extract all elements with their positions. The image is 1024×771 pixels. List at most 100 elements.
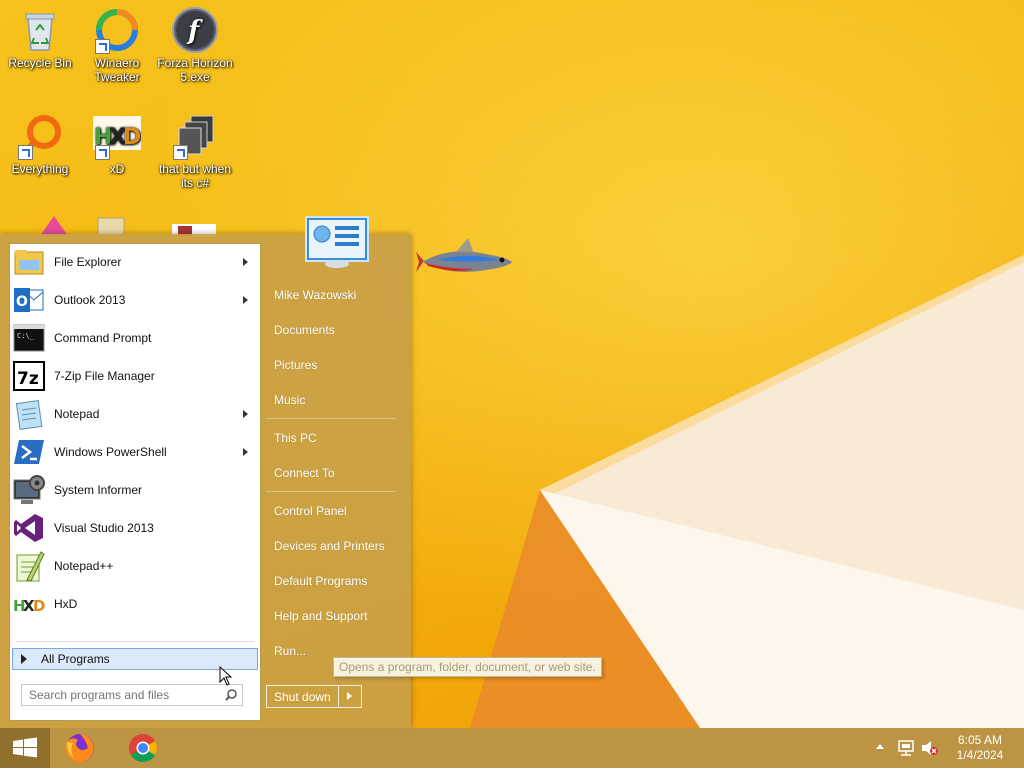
submenu-arrow-icon: [243, 448, 248, 456]
desktop-icon-label: Everything: [11, 162, 69, 176]
clock-date: 1/4/2024: [956, 748, 1004, 762]
program-label: Windows PowerShell: [54, 445, 167, 459]
program-label: Visual Studio 2013: [54, 521, 154, 535]
search-input[interactable]: [22, 685, 219, 705]
clock-time: 6:05 AM: [957, 733, 1003, 747]
program-label: Notepad++: [54, 559, 114, 573]
clock[interactable]: 6:05 AM 1/4/2024: [950, 733, 1010, 763]
search-icon[interactable]: [225, 689, 237, 701]
system-informer-icon: [13, 474, 45, 506]
desktop-icon-that-but-when-its-csharp[interactable]: that but when its c#: [155, 112, 235, 190]
powershell-icon: [13, 436, 45, 468]
hxd-icon: HXD: [13, 588, 45, 620]
desktop-icon-winaero-tweaker[interactable]: Winaero Tweaker: [77, 6, 157, 84]
link-help-and-support[interactable]: Help and Support: [274, 609, 367, 623]
desktop-icon-xd[interactable]: HXD xD: [77, 112, 157, 176]
svg-text:7z: 7z: [17, 369, 39, 389]
flash-icon: f: [171, 6, 219, 54]
desktop-icon-label: that but when its c#: [158, 162, 232, 190]
desktop-icon-forza[interactable]: f Forza Horizon 5.exe: [155, 6, 235, 84]
link-documents[interactable]: Documents: [274, 323, 335, 337]
shortcut-arrow-icon: [18, 145, 33, 160]
volume-muted-icon[interactable]: [921, 740, 939, 756]
partially-hidden-desktop-icons: [40, 216, 216, 236]
start-menu: File Explorer O Outlook 2013 C:\_ Comman…: [0, 216, 411, 728]
user-picture[interactable]: [305, 216, 369, 268]
desktop-icon-label: Forza Horizon 5.exe: [157, 56, 233, 84]
program-file-explorer[interactable]: File Explorer: [10, 244, 260, 280]
firefox-icon[interactable]: [64, 732, 96, 764]
command-prompt-icon: C:\_: [13, 322, 45, 354]
desktop-icon-label: xD: [109, 162, 125, 176]
program-outlook-2013[interactable]: O Outlook 2013: [10, 282, 260, 318]
svg-text:O: O: [16, 294, 28, 310]
program-label: Command Prompt: [54, 331, 152, 345]
shutdown-options-button[interactable]: [338, 686, 361, 707]
program-label: 7-Zip File Manager: [54, 369, 155, 383]
link-user-folder[interactable]: Mike Wazowski: [274, 288, 356, 302]
windows-logo-icon: [13, 737, 37, 758]
link-default-programs[interactable]: Default Programs: [274, 574, 367, 588]
everything-icon: [16, 112, 64, 160]
svg-text:D: D: [33, 597, 45, 615]
outlook-icon: O: [13, 284, 45, 316]
program-label: System Informer: [54, 483, 143, 497]
start-button[interactable]: [0, 728, 50, 768]
program-label: Outlook 2013: [54, 293, 126, 307]
desktop-icon-recycle-bin[interactable]: Recycle Bin: [0, 6, 80, 70]
separator: [16, 641, 254, 642]
taskbar: 6:05 AM 1/4/2024: [0, 728, 1024, 768]
notepad-icon: [13, 398, 45, 430]
program-notepad[interactable]: Notepad: [10, 396, 260, 432]
7zip-icon: 7z: [13, 360, 45, 392]
search-box[interactable]: [21, 684, 243, 706]
shortcut-arrow-icon: [95, 145, 110, 160]
expand-triangle-icon: [21, 654, 27, 664]
chrome-icon[interactable]: [127, 732, 159, 764]
separator: [266, 491, 396, 492]
program-powershell[interactable]: Windows PowerShell: [10, 434, 260, 470]
separator: [266, 418, 396, 419]
all-programs-label: All Programs: [41, 652, 110, 666]
svg-text:C:\_: C:\_: [17, 332, 35, 340]
program-label: File Explorer: [54, 255, 122, 269]
desktop-icon-label: Recycle Bin: [8, 56, 72, 70]
submenu-arrow-icon: [243, 296, 248, 304]
notepad-plus-plus-icon: [13, 550, 45, 582]
fish-image: [416, 238, 512, 272]
shortcut-arrow-icon: [95, 39, 110, 54]
program-label: Notepad: [54, 407, 100, 421]
program-visual-studio-2013[interactable]: Visual Studio 2013: [10, 510, 260, 546]
program-notepad-plus-plus[interactable]: Notepad++: [10, 548, 260, 584]
winaero-icon: [93, 6, 141, 54]
desktop-icon-label: Winaero Tweaker: [94, 56, 140, 84]
shutdown-button[interactable]: Shut down: [266, 685, 362, 708]
link-control-panel[interactable]: Control Panel: [274, 504, 347, 518]
program-system-informer[interactable]: System Informer: [10, 472, 260, 508]
link-run[interactable]: Run...: [274, 644, 306, 658]
hxd-icon: HXD: [93, 112, 141, 160]
run-tooltip: Opens a program, folder, document, or we…: [333, 657, 602, 677]
program-hxd[interactable]: HXD HxD: [10, 586, 260, 622]
shortcut-arrow-icon: [173, 145, 188, 160]
network-icon[interactable]: [897, 740, 915, 756]
link-pictures[interactable]: Pictures: [274, 358, 317, 372]
stacked-windows-icon: [171, 112, 219, 160]
submenu-arrow-icon: [243, 410, 248, 418]
submenu-arrow-icon: [243, 258, 248, 266]
show-hidden-icons-chevron-icon[interactable]: [876, 744, 884, 749]
link-this-pc[interactable]: This PC: [274, 431, 317, 445]
file-explorer-icon: [13, 246, 45, 278]
recycle-bin-icon: [16, 6, 64, 54]
program-command-prompt[interactable]: C:\_ Command Prompt: [10, 320, 260, 356]
desktop-icon-everything[interactable]: Everything: [0, 112, 80, 176]
link-music[interactable]: Music: [274, 393, 305, 407]
visual-studio-icon: [13, 512, 45, 544]
svg-text:D: D: [123, 125, 141, 150]
shutdown-label: Shut down: [274, 689, 331, 704]
mouse-cursor-icon: [219, 666, 233, 686]
link-connect-to[interactable]: Connect To: [274, 466, 335, 480]
link-devices-and-printers[interactable]: Devices and Printers: [274, 539, 385, 553]
start-menu-programs-pane: File Explorer O Outlook 2013 C:\_ Comman…: [9, 243, 261, 721]
program-7zip[interactable]: 7z 7-Zip File Manager: [10, 358, 260, 394]
